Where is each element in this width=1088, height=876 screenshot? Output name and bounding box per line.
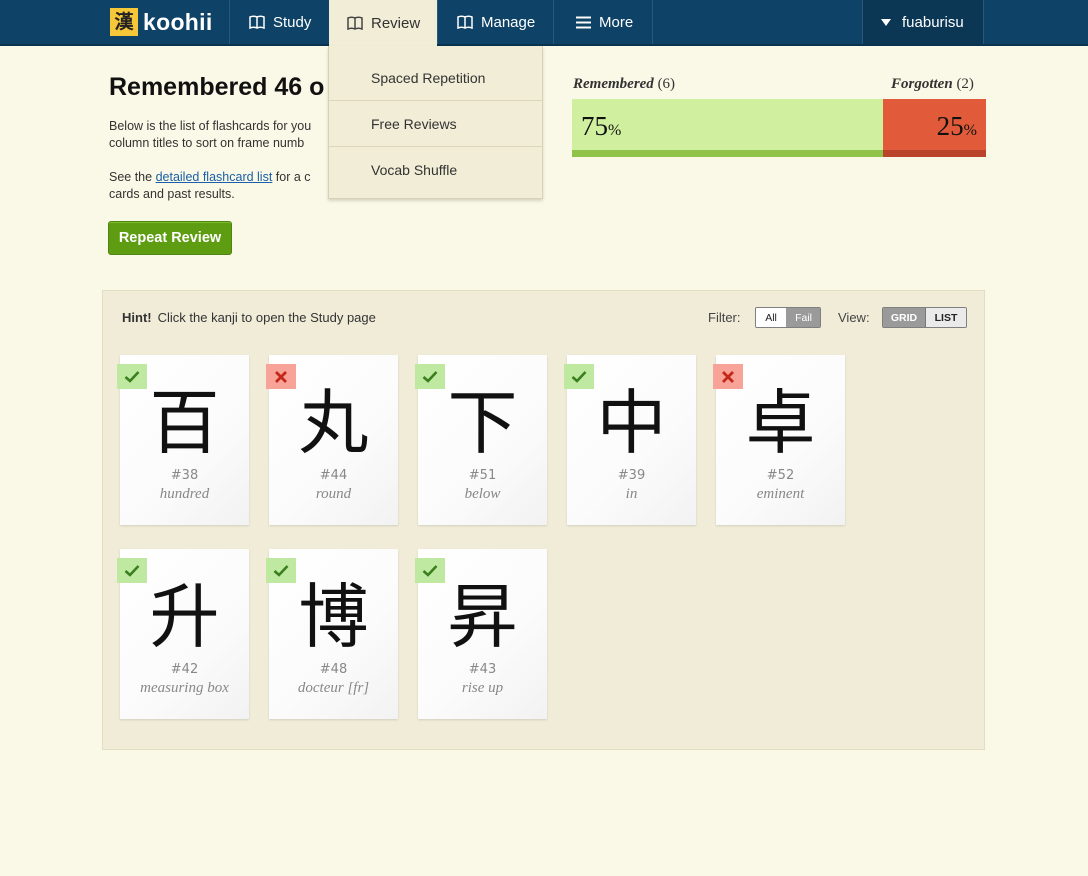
nav-study-label: Study xyxy=(273,13,312,31)
flashcard[interactable]: 百 #38 hundred xyxy=(117,355,249,525)
caret-down-icon xyxy=(881,18,891,26)
view-list-button[interactable]: LIST xyxy=(925,308,966,327)
hint-label: Hint! xyxy=(122,310,152,325)
score-bar: 75% 25% xyxy=(572,99,986,157)
forgotten-percent-value: 25 xyxy=(936,111,964,141)
flashcard[interactable]: 昇 #43 rise up xyxy=(415,549,547,719)
flashcard[interactable]: 中 #39 in xyxy=(564,355,696,525)
menu-item-free-reviews[interactable]: Free Reviews xyxy=(329,101,542,147)
card-kanji[interactable]: 博 xyxy=(269,577,398,657)
remembered-count: (6) xyxy=(657,76,676,92)
detailed-flashcard-list-link[interactable]: detailed flashcard list xyxy=(156,170,273,184)
card-keyword: measuring box xyxy=(140,680,229,696)
review-dropdown: Spaced Repetition Free Reviews Vocab Shu… xyxy=(328,46,543,199)
card-keyword: docteur [fr] xyxy=(297,680,370,696)
card-keyword: below xyxy=(464,486,501,502)
detail-text-pre: See the xyxy=(109,170,156,184)
nav-more-label: More xyxy=(599,13,634,31)
remembered-label: Remembered (6) xyxy=(573,76,675,93)
forgotten-percent-sign: % xyxy=(963,122,977,139)
page-title: Remembered 46 o xyxy=(109,73,325,101)
filter-toggle: All Fail xyxy=(755,307,821,328)
card-kanji[interactable]: 卓 xyxy=(716,383,845,463)
flashcard[interactable]: 升 #42 measuring box xyxy=(117,549,249,719)
logo-mark: 漢 xyxy=(110,8,138,36)
remembered-title: Remembered xyxy=(573,76,654,92)
menu-item-spaced-repetition[interactable]: Spaced Repetition xyxy=(329,56,542,101)
card-kanji[interactable]: 中 xyxy=(567,383,696,463)
nav-review-label: Review xyxy=(371,14,421,32)
card-frame-number: #43 xyxy=(468,662,497,677)
filter-fail-button[interactable]: Fail xyxy=(787,308,820,327)
card-keyword: eminent xyxy=(756,486,805,502)
card-frame-number: #48 xyxy=(319,662,348,677)
detail-text: See the detailed flashcard list for a c … xyxy=(109,169,329,203)
repeat-review-button[interactable]: Repeat Review xyxy=(108,221,232,255)
card-frame-number: #52 xyxy=(766,468,795,483)
intro-text: Below is the list of flashcards for you … xyxy=(109,119,312,150)
card-kanji[interactable]: 下 xyxy=(418,383,547,463)
nav-more[interactable]: More xyxy=(553,0,653,44)
remembered-percent: 75% xyxy=(581,111,621,142)
card-frame-number: #42 xyxy=(170,662,199,677)
nav-manage[interactable]: Manage xyxy=(437,0,553,44)
filter-all-button[interactable]: All xyxy=(756,308,788,327)
remembered-percent-value: 75 xyxy=(581,111,608,141)
hint-text: Click the kanji to open the Study page xyxy=(157,310,376,325)
remembered-percent-sign: % xyxy=(608,122,622,139)
forgotten-count: (2) xyxy=(956,76,974,92)
card-keyword: in xyxy=(625,486,638,502)
book-icon xyxy=(457,15,473,29)
hint: Hint! Click the kanji to open the Study p… xyxy=(122,310,376,325)
logo-text: koohii xyxy=(143,8,213,35)
nav-study[interactable]: Study xyxy=(229,0,329,44)
card-frame-number: #39 xyxy=(617,468,646,483)
card-kanji[interactable]: 丸 xyxy=(269,383,398,463)
card-kanji[interactable]: 升 xyxy=(120,577,249,657)
card-keyword: round xyxy=(315,486,352,502)
card-frame-number: #51 xyxy=(468,468,497,483)
forgotten-title: Forgotten xyxy=(891,76,953,92)
flashcard[interactable]: 丸 #44 round xyxy=(266,355,398,525)
card-kanji[interactable]: 昇 xyxy=(418,577,547,657)
remembered-bar: 75% xyxy=(572,99,883,157)
hamburger-icon xyxy=(576,16,591,29)
card-frame-number: #44 xyxy=(319,468,348,483)
card-keyword: rise up xyxy=(461,680,504,696)
nav-manage-label: Manage xyxy=(481,13,536,31)
top-nav: 漢 koohii Study Review Manage More fuabur… xyxy=(0,0,1088,46)
book-icon xyxy=(347,16,363,30)
nav-review[interactable]: Review xyxy=(329,0,437,46)
flashcard-panel: Hint! Click the kanji to open the Study p… xyxy=(102,290,985,750)
view-grid-button[interactable]: GRID xyxy=(883,308,926,327)
filter-label: Filter: xyxy=(708,310,741,325)
card-frame-number: #38 xyxy=(170,468,199,483)
card-kanji[interactable]: 百 xyxy=(120,383,249,463)
view-label: View: xyxy=(838,310,870,325)
book-icon xyxy=(249,15,265,29)
username: fuaburisu xyxy=(902,13,964,31)
nav-user-menu[interactable]: fuaburisu xyxy=(862,0,984,44)
flashcard[interactable]: 下 #51 below xyxy=(415,355,547,525)
logo[interactable]: 漢 koohii xyxy=(110,8,213,36)
flashcard[interactable]: 博 #48 docteur [fr] xyxy=(266,549,398,719)
forgotten-percent: 25% xyxy=(937,111,977,142)
forgotten-bar: 25% xyxy=(883,99,986,157)
forgotten-label: Forgotten (2) xyxy=(891,76,974,93)
menu-item-vocab-shuffle[interactable]: Vocab Shuffle xyxy=(329,147,542,193)
card-keyword: hundred xyxy=(159,486,210,502)
view-toggle: GRID LIST xyxy=(882,307,967,328)
flashcard[interactable]: 卓 #52 eminent xyxy=(713,355,845,525)
